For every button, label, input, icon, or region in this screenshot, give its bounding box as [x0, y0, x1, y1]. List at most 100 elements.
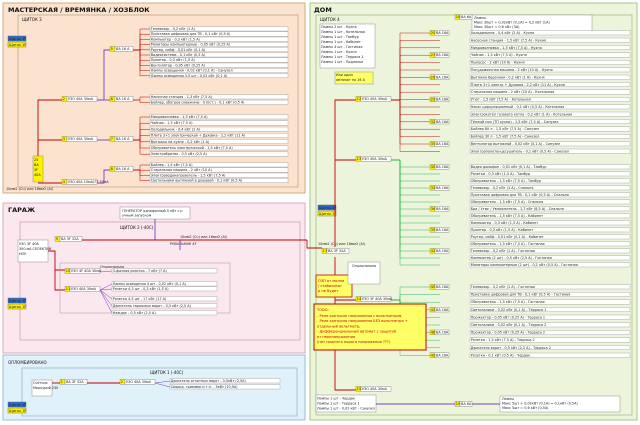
house-todo-line: (нет нижнего порога напряжения ???) — [317, 340, 391, 344]
yard-load: Видеосистема - 0,1 кВт (0,5 А) — [151, 53, 206, 57]
house-todo-line: от перенапряжения — [317, 335, 355, 339]
house-load: Стиральная машина - 2 кВт (10 А) - Котел… — [471, 90, 554, 94]
house-breaker-num: 36 — [431, 207, 435, 211]
house-load: Приставка цифровая для ТВ - 0,1 кВт (0,5… — [471, 193, 569, 197]
house-breaker-num: 42 — [431, 249, 435, 253]
house-top-lamp: Лампы 1 шт - Тамбур — [321, 35, 359, 39]
house-breaker-num: 49 — [431, 353, 435, 357]
house-breaker-num: 32 — [431, 120, 435, 124]
house-breaker-num: 35 — [431, 142, 435, 146]
house-load: Обогреватель - 1,5 кВт (7,5 А) - Гостина… — [471, 242, 545, 246]
mains-title: ОПЛОМБИРОВАНО — [8, 360, 47, 365]
garage-title: ГАРАЖ — [8, 206, 35, 214]
house-rcd-15: УЗО 40А 30мА — [362, 387, 388, 391]
generator-label: ГЕНЕРАТОР однофазный 5 кВт с р — [122, 209, 183, 213]
selective-rcd-label: УЗО 3F 40А — [19, 242, 39, 246]
house-load: Розетки - 0,3 кВт (1,5 А) - Тамбур — [471, 172, 530, 176]
house-top-lamp: Лампы 1 шт - Котельная — [321, 30, 365, 34]
house-breaker: ВА 16А — [436, 249, 449, 253]
yard-load: Компьютер - 0,3 кВт (1,5 А) — [151, 37, 201, 41]
house-top-lamp: Лампы 1 шт - Кабинет — [321, 40, 361, 44]
house-auto-note-2: автомат на 16 А — [336, 78, 366, 82]
house-load: Светильники - 0,02 кВт (0,1 А) - Терраса… — [471, 323, 546, 327]
house-bottom-lamp: Лампы 1 шт - Чердак — [317, 397, 355, 401]
garage-load: Розетка 4-5 шт - 17 кВт (17 А) — [113, 297, 167, 301]
house-load: Вентилятор вытяжной - 0,02 кВт (0,1 А) -… — [471, 142, 561, 146]
yard-rcd-3-num: 3 — [63, 137, 65, 141]
wiring-diagram: МАСТЕРСКАЯ / ВРЕМЯНКА / ХОЗБЛОК ГАРАЖ ОПЛО… — [2, 2, 638, 421]
garage-legend-label: Щиток 1F — [9, 305, 26, 309]
house-breaker: ВА 16А — [436, 98, 449, 102]
garage-load: Лампы освещения 4 шт - 0,02 кВт (0,1 А) — [113, 282, 187, 286]
house-load: Телевизор - 0,2 кВт (1 А) - Спальня — [470, 186, 534, 190]
house-load: Электрополотенцесушитель - 0,1 кВт (0,5 … — [471, 149, 569, 153]
house-load: Электрокотёл газового котла - 0,2 кВт (1… — [471, 112, 572, 116]
panel-1-title: ЩИТОК 1 (-40С) — [150, 370, 184, 375]
garage-feed: 10мм2 (Cu) или 16мм2 (Al) — [180, 235, 228, 239]
house-todo-line: - Дифференциальный автомат с защитой — [317, 330, 397, 334]
yard-breaker-8-num: 8 — [111, 167, 113, 171]
mains-breaker: ВА 3F 32А — [66, 380, 84, 384]
house-breaker-num: 39 — [431, 228, 435, 232]
selective-rcd-label-2: 300 мА СЕЛЕКТИВ — [19, 247, 52, 251]
house-breaker-num: 43 — [431, 308, 435, 312]
yard-main-breaker-label: 25 — [34, 158, 38, 162]
house-load: Принтер - 0,3 кВт (1,5 А) - Кабинет — [471, 228, 534, 232]
yard-load: Обогреватель электрический - 1,5 кВт (7,… — [151, 146, 234, 150]
house-breaker: ВА 16А — [436, 31, 449, 35]
yard-load: Вытяжка на кухне - 0,2 кВт (1 А) — [151, 140, 210, 144]
house-load: Холодильник - 0,4 кВт (2 А) - Кухня — [471, 31, 534, 35]
yard-rcd-2: УЗО 40А 30мА — [68, 97, 94, 101]
house-warn-note-3: р не будет — [318, 289, 338, 293]
house-rcd-15-num: 15 — [357, 387, 361, 391]
house-load: Телевизор - 0,2 кВт (1 А) - Гостиная — [470, 249, 535, 253]
garage-switch: РУБИЛЬНИК 4F — [170, 242, 197, 246]
house-load: Телевизор - 0,2 кВт (1 А) - Гостиная — [470, 285, 535, 289]
house-top-sum: Макс 30шт + 0,02кВт (0,1А) = 0,2 кВт (1А… — [474, 21, 550, 25]
house-breaker-num: 46 — [431, 331, 435, 335]
house-bottom-sum: Макс 5шт = 0,6 кВт (0,5А) — [502, 406, 549, 410]
yard-rcd-4-num: 4 — [63, 180, 65, 184]
yard-load: Светильники вытяжной в душевой - 0,1 кВт… — [151, 179, 243, 183]
house-load: Прожектор - 0,05 кВт (0,25 А) - Терраса … — [471, 315, 545, 319]
house-load: Розетка - 1,5 кВт (7,5 А) - Терраса 2 — [471, 338, 535, 342]
house-load: Видео домофон - 0,01 кВт (0,1 А) - Тамбу… — [471, 165, 547, 169]
house-todo-line: отдельный вольтметр, — [317, 324, 360, 328]
mains-breaker-num: 1 — [61, 380, 63, 384]
house-bottom-lamp: Лампы 1 шт - Терраса 1 — [317, 402, 360, 406]
yard-load: Чайник - 1,5 кВт (7,5 А) — [151, 121, 193, 125]
house-warn-note-2: / стабилизат — [318, 284, 342, 288]
mains-legend-label: Щиток 3F — [9, 403, 26, 407]
counter-label: Счётчик — [33, 381, 48, 385]
house-load: Роутер, сейф - 0,01 кВт (0,1 А) - Кабине… — [471, 235, 544, 239]
garage-legend-label: Щиток 3F — [9, 299, 26, 303]
yard-breaker-6-num: 6 — [111, 97, 113, 101]
house-breaker-num: 23 — [431, 53, 435, 57]
yard-load: Телевизор - 0,2 кВт (1 А) — [150, 27, 196, 31]
house-rcd-12-num: 12 — [357, 97, 361, 101]
house-load: Бойлер 30 л - 1,5 кВт (7,5 А) - Санузел — [471, 135, 539, 139]
house-top-lamp: Лампы 2 шт - Кухня — [321, 25, 357, 29]
house-breaker-num: 26 — [431, 75, 435, 79]
house-load: Обогреватель - 1,5 кВт (7,5 А) - Кабинет — [471, 214, 543, 218]
yard-legend-label: Щиток 3F — [9, 37, 26, 41]
house-load: Обогреватель - 1,5 кВт (7,5 А) - Тамбур — [471, 179, 541, 183]
house-rcd-12: УЗО 40А 30мА — [362, 97, 388, 101]
house-top-lamp: Лампы 1 шт - Подполье — [321, 60, 363, 64]
house-load: Мониторы компьютерные (2 шт) - 0,1 кВт (… — [471, 263, 578, 267]
house-breaker: ВА 16А — [436, 331, 449, 335]
yard-breaker-5-num: 5 — [111, 47, 113, 51]
garage-rcd-11-num: 11 — [66, 287, 70, 291]
house-load: Прожектор - 0,05 кВт (0,25 А) - Терраса … — [471, 331, 545, 335]
mains-load: Сварка, триммер и т.п. - 5кВт (10,5А) — [171, 385, 238, 389]
house-breaker: ВА 16А — [436, 120, 449, 124]
house-breaker: ВА 16А — [436, 207, 449, 211]
yard-legend-label: Щиток 1F — [9, 43, 26, 47]
house-load: Тёплый пол (ТП кухни) - 1,5 кВт (7,5 А) … — [470, 120, 559, 124]
house-breaker-num: 20 — [431, 31, 435, 35]
house-breaker-num: 29 — [431, 98, 435, 102]
house-main-breaker: ВА 3F 32А — [328, 249, 346, 253]
yard-load: Лампы освещения - 0,02 кВт (0,1 А) - Сан… — [151, 69, 233, 73]
house-main-breaker-num: 17 — [323, 249, 327, 253]
house-load: Насос циркуляционный - 0,1 кВт (0,5 А) -… — [471, 105, 564, 109]
